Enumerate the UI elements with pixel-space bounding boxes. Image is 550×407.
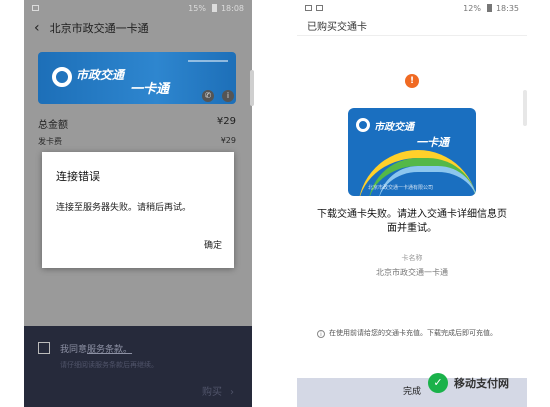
right-phone-screen: 12% 18:35 已购买交通卡 ! 市政交通 一卡通 北京市政交通一卡通有限公… [297,0,527,407]
info-icon[interactable]: i [222,90,234,102]
terms-link[interactable]: 服务条款。 [87,345,132,355]
left-phone-screen: 15% 18:08 ‹ 北京市政交通一卡通 市政交通 一卡通 ✆ i 总金额 ¥… [24,0,252,407]
notification-icon [32,5,39,11]
connection-error-dialog: 连接错误 连接至服务器失败。请稍后再试。 确定 [42,152,234,268]
card-brand-text-2: 一卡通 [130,82,170,97]
watermark-text: 移动支付网 [454,377,509,390]
battery-percent: 15% [188,3,206,13]
fee-value: ¥29 [220,136,236,145]
gallery-icon [316,5,323,11]
download-error-message: 下载交通卡失败。请进入交通卡详细信息页面并重试。 [317,209,507,234]
card-name-value: 北京市政交通一卡通 [376,268,448,277]
total-value: ¥29 [216,116,236,127]
card-logo-icon [52,67,72,87]
phone-icon[interactable]: ✆ [202,90,214,102]
watermark: ✓ 移动支付网 [428,370,546,396]
total-amount-row: 总金额 ¥29 [38,116,236,131]
notification-icon [305,5,312,11]
fee-label: 发卡费 [38,137,62,146]
back-arrow-icon[interactable]: ‹ [34,20,40,36]
battery-icon [486,4,492,12]
card-name-label: 卡名称 [401,254,423,262]
alert-icon: ! [405,74,419,88]
total-label: 总金额 [38,120,68,131]
agree-hint: 请仔细阅读服务条款后再继续。 [60,361,158,369]
chevron-right-icon: › [230,387,234,398]
buy-button[interactable]: 购买 › [202,383,234,398]
card-brand-text: 市政交通 [374,122,414,133]
dialog-title: 连接错误 [56,170,100,183]
edge-handle[interactable] [523,90,527,126]
edge-handle[interactable] [250,70,254,106]
purchase-bar: 我同意服务条款。 请仔细阅读服务条款后再继续。 购买 › [24,326,252,407]
card-brand-text: 市政交通 [76,68,125,82]
status-bar: 15% 18:08 [24,0,252,16]
page-title: 北京市政交通一卡通 [49,22,149,35]
card-brand-text-2: 一卡通 [416,136,449,149]
card-tools: ✆ i [202,90,234,102]
header: ‹ 北京市政交通一卡通 [24,16,252,40]
wechat-icon: ✓ [428,373,448,393]
issue-fee-row: 发卡费 ¥29 [38,136,236,147]
clock: 18:35 [495,3,519,13]
dialog-ok-button[interactable]: 确定 [204,238,222,251]
battery-percent: 12% [463,3,481,13]
info-icon: i [317,330,325,338]
agree-checkbox[interactable] [38,342,50,354]
card-logo-icon [356,118,370,132]
clock: 18:08 [220,3,244,13]
battery-icon [211,4,217,12]
status-bar: 12% 18:35 [297,0,527,16]
header: 已购买交通卡 [297,16,527,36]
transit-card-image: 市政交通 一卡通 北京市政交通一卡通有限公司 [348,108,476,196]
card-issuer-text: 北京市政交通一卡通有限公司 [368,185,434,191]
recharge-info: 在使用前请给您的交通卡充值。下载完成后即可充值。 [329,329,497,337]
agree-text: 我同意服务条款。 [60,345,133,355]
page-title: 已购买交通卡 [307,22,367,33]
dialog-message: 连接至服务器失败。请稍后再试。 [56,203,192,213]
